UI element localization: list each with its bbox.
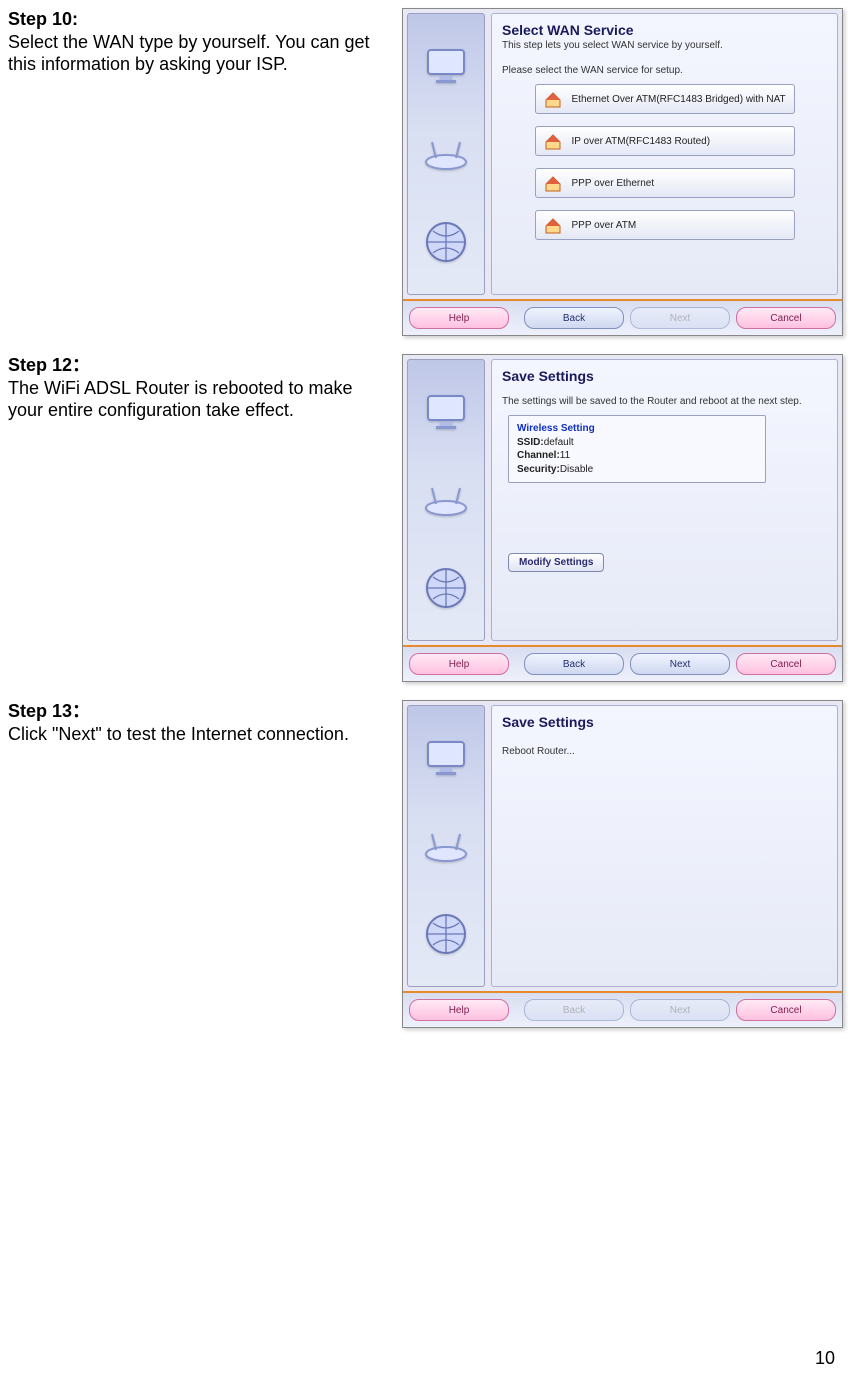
back-button[interactable]: Back: [524, 653, 624, 675]
house-icon: [542, 88, 564, 110]
step-12-row: Step 12： The WiFi ADSL Router is reboote…: [8, 354, 843, 682]
back-button[interactable]: Back: [524, 307, 624, 329]
setting-key: Channel: [517, 450, 556, 461]
step-12-text: Step 12： The WiFi ADSL Router is reboote…: [8, 354, 388, 422]
wizard-footer: Help Back Next Cancel: [403, 299, 842, 335]
wan-option-label: PPP over ATM: [572, 220, 637, 231]
step-10-desc: Select the WAN type by yourself. You can…: [8, 32, 370, 75]
wizard-step-12: Save Settings The settings will be saved…: [402, 354, 843, 682]
setting-value: default: [544, 437, 574, 448]
step-12-desc: The WiFi ADSL Router is rebooted to make…: [8, 378, 352, 421]
help-button[interactable]: Help: [409, 999, 509, 1021]
wizard-note: Please select the WAN service for setup.: [502, 65, 827, 76]
page-number: 10: [815, 1348, 835, 1369]
house-icon: [542, 214, 564, 236]
globe-icon: [421, 563, 471, 613]
cancel-button[interactable]: Cancel: [736, 653, 836, 675]
step-10-row: Step 10: Select the WAN type by yourself…: [8, 8, 843, 336]
wan-option-label: PPP over Ethernet: [572, 178, 655, 189]
wizard-sidebar: [407, 359, 485, 641]
wizard-title: Save Settings: [502, 368, 827, 384]
globe-icon: [421, 217, 471, 267]
wizard-body: Select WAN Service This step lets you se…: [403, 9, 842, 299]
step-10-label: Step 10:: [8, 9, 78, 29]
setting-key: Security: [517, 464, 556, 475]
cancel-button[interactable]: Cancel: [736, 999, 836, 1021]
next-button: Next: [630, 307, 730, 329]
wan-option-label: Ethernet Over ATM(RFC1483 Bridged) with …: [572, 94, 786, 105]
wizard-step-13: Save Settings Reboot Router... Help Back…: [402, 700, 843, 1028]
step-13-desc: Click "Next" to test the Internet connec…: [8, 724, 349, 744]
wan-option-pppoa[interactable]: PPP over ATM: [535, 210, 795, 240]
wizard-subtitle: This step lets you select WAN service by…: [502, 40, 827, 51]
help-button[interactable]: Help: [409, 307, 509, 329]
step-13-text: Step 13： Click "Next" to test the Intern…: [8, 700, 388, 745]
next-button[interactable]: Next: [630, 653, 730, 675]
monitor-icon: [421, 41, 471, 91]
router-icon: [421, 475, 471, 525]
wizard-main: Select WAN Service This step lets you se…: [491, 13, 838, 295]
settings-header: Wireless Setting: [517, 422, 757, 436]
step-13-label: Step 13：: [8, 701, 90, 721]
house-icon: [542, 130, 564, 152]
settings-summary-box: Wireless Setting SSID:default Channel:11…: [508, 415, 766, 483]
back-button: Back: [524, 999, 624, 1021]
step-12-label: Step 12：: [8, 355, 90, 375]
globe-icon: [421, 909, 471, 959]
wizard-step-10: Select WAN Service This step lets you se…: [402, 8, 843, 336]
wizard-footer: Help Back Next Cancel: [403, 645, 842, 681]
wizard-main: Save Settings The settings will be saved…: [491, 359, 838, 641]
wizard-main: Save Settings Reboot Router...: [491, 705, 838, 987]
setting-row-security: Security:Disable: [517, 463, 757, 477]
setting-row-channel: Channel:11: [517, 449, 757, 463]
wizard-body: Save Settings Reboot Router...: [403, 701, 842, 991]
wizard-footer: Help Back Next Cancel: [403, 991, 842, 1027]
wan-option-label: IP over ATM(RFC1483 Routed): [572, 136, 711, 147]
step-10-text: Step 10: Select the WAN type by yourself…: [8, 8, 388, 76]
wizard-title: Select WAN Service: [502, 22, 827, 38]
setting-key: SSID: [517, 437, 540, 448]
setting-row-ssid: SSID:default: [517, 436, 757, 450]
monitor-icon: [421, 387, 471, 437]
wizard-sidebar: [407, 705, 485, 987]
wizard-title: Save Settings: [502, 714, 827, 730]
wizard-subtitle: The settings will be saved to the Router…: [502, 396, 827, 407]
wan-option-pppoe[interactable]: PPP over Ethernet: [535, 168, 795, 198]
cancel-button[interactable]: Cancel: [736, 307, 836, 329]
monitor-icon: [421, 733, 471, 783]
wizard-body: Save Settings The settings will be saved…: [403, 355, 842, 645]
wan-option-ethernet-over-atm[interactable]: Ethernet Over ATM(RFC1483 Bridged) with …: [535, 84, 795, 114]
wizard-sidebar: [407, 13, 485, 295]
router-icon: [421, 821, 471, 871]
wan-option-ip-over-atm[interactable]: IP over ATM(RFC1483 Routed): [535, 126, 795, 156]
wizard-subtitle: Reboot Router...: [502, 746, 827, 757]
house-icon: [542, 172, 564, 194]
help-button[interactable]: Help: [409, 653, 509, 675]
setting-value: 11: [560, 450, 570, 461]
next-button: Next: [630, 999, 730, 1021]
router-icon: [421, 129, 471, 179]
setting-value: Disable: [560, 464, 593, 475]
modify-settings-button[interactable]: Modify Settings: [508, 553, 604, 572]
step-13-row: Step 13： Click "Next" to test the Intern…: [8, 700, 843, 1028]
